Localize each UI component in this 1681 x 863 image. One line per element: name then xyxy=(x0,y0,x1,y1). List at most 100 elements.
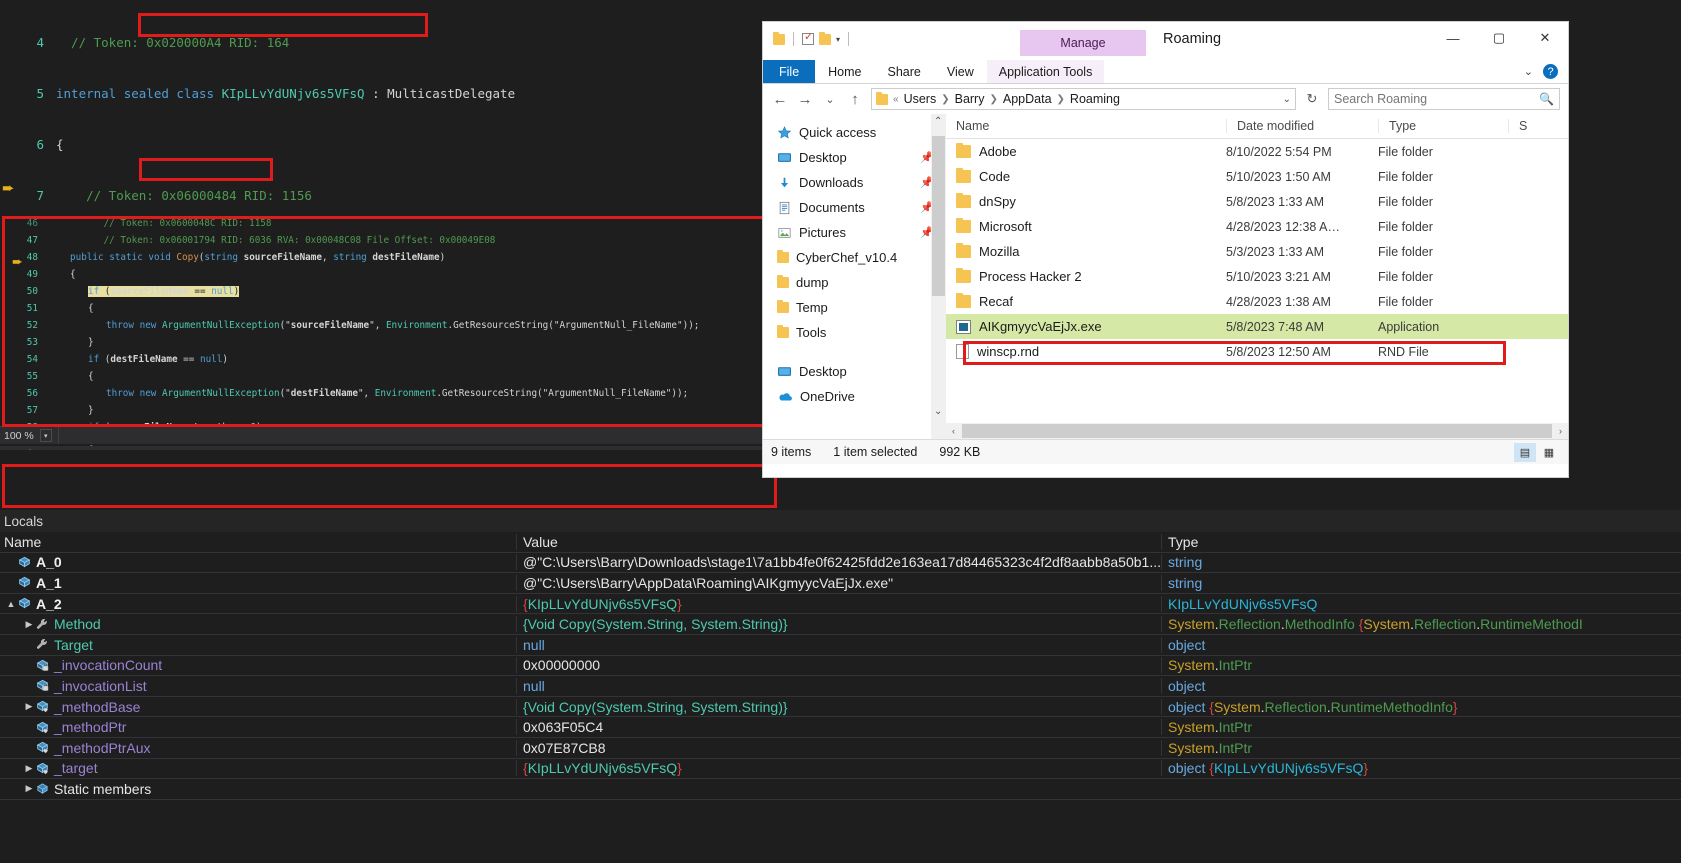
details-view-icon[interactable]: ▤ xyxy=(1514,442,1536,462)
table-row[interactable]: _methodPtr 0x063F05C4 System.IntPtr xyxy=(0,717,1681,738)
nav-item-0[interactable]: Quick access xyxy=(763,120,946,145)
file-list-pane[interactable]: Name Date modified Type S Adobe 8/10/2022… xyxy=(946,114,1568,439)
search-icon[interactable]: 🔍 xyxy=(1539,92,1554,106)
nav-scrollbar[interactable]: ⌃ ⌄ xyxy=(931,114,946,439)
nav-item-5[interactable]: CyberChef_v10.4 xyxy=(763,245,946,270)
breadcrumb-roaming[interactable]: Roaming xyxy=(1070,92,1120,106)
navigation-list[interactable]: Quick access Desktop 📌 Downloads 📌 Documents 📌… xyxy=(763,120,946,409)
locals-name-9[interactable]: _methodPtrAux xyxy=(0,740,516,756)
scroll-right-icon[interactable]: › xyxy=(1553,426,1568,436)
breadcrumb-appdata[interactable]: AppData xyxy=(1003,92,1052,106)
new-folder-icon[interactable] xyxy=(819,31,831,45)
window-controls[interactable]: — ▢ ✕ xyxy=(1430,22,1568,54)
minimize-button[interactable]: — xyxy=(1430,22,1476,54)
table-row[interactable]: ▶ _methodBase {Void Copy(System.String, Sy… xyxy=(0,697,1681,718)
table-row[interactable]: ▶ Method {Void Copy(System.String, System.… xyxy=(0,614,1681,635)
close-button[interactable]: ✕ xyxy=(1522,22,1568,54)
locals-name-0[interactable]: A_0 xyxy=(0,554,516,570)
file-list-hscrollbar[interactable]: ‹ › xyxy=(946,423,1568,439)
scroll-left-icon[interactable]: ‹ xyxy=(946,426,961,436)
copy-method-source[interactable]: 46 // Token: 0x0600048C RID: 1158 47 // T… xyxy=(0,218,790,426)
code-editor[interactable]: 4 // Token: 0x020000A4 RID: 164 5 interna… xyxy=(0,0,790,450)
file-row-0[interactable]: Adobe 8/10/2022 5:54 PM File folder xyxy=(946,139,1568,164)
locals-name-2[interactable]: ▲ A_2 xyxy=(0,596,516,612)
breadcrumb-barry[interactable]: Barry xyxy=(955,92,985,106)
file-row-6[interactable]: Recaf 4/28/2023 1:38 AM File folder xyxy=(946,289,1568,314)
locals-name-6[interactable]: _invocationList xyxy=(0,678,516,694)
properties-icon[interactable] xyxy=(802,30,814,45)
quick-access-toolbar[interactable]: ▾ xyxy=(763,22,852,46)
maximize-button[interactable]: ▢ xyxy=(1476,22,1522,54)
locals-main-grid[interactable]: Name Value Type A_0 @"C:\Users\Barry\Down… xyxy=(0,532,1681,863)
editor-hscrollbar[interactable] xyxy=(57,427,790,444)
nav-item-7[interactable]: Temp xyxy=(763,295,946,320)
nav-item-4[interactable]: Pictures 📌 xyxy=(763,220,946,245)
table-row[interactable]: _methodPtrAux 0x07E87CB8 System.IntPtr xyxy=(0,738,1681,759)
forward-button[interactable]: → xyxy=(796,91,814,108)
locals-value-5[interactable]: 0x00000000 xyxy=(516,657,1161,674)
large-icons-view-icon[interactable]: ▦ xyxy=(1538,443,1560,462)
locals-value-2[interactable]: {KIpLLvYdUNjv6s5VFsQ} xyxy=(516,595,1161,612)
locals-name-4[interactable]: Target xyxy=(0,637,516,653)
tab-share[interactable]: Share xyxy=(875,60,934,83)
nav-item-9[interactable]: Desktop xyxy=(763,359,946,384)
path-overflow-chevron[interactable]: « xyxy=(893,94,899,105)
locals-value-3[interactable]: {Void Copy(System.String, System.String)… xyxy=(516,616,1161,633)
expand-toggle[interactable]: ▶ xyxy=(22,619,36,630)
up-button[interactable]: ↑ xyxy=(846,91,864,108)
hscroll-thumb[interactable] xyxy=(962,424,1552,438)
locals-name-1[interactable]: A_1 xyxy=(0,575,516,591)
table-row[interactable]: ▲ A_2 {KIpLLvYdUNjv6s5VFsQ} KIpLLvYdUNjv6s5… xyxy=(0,594,1681,615)
column-header-type[interactable]: Type xyxy=(1161,533,1681,550)
back-button[interactable]: ← xyxy=(771,91,789,108)
view-buttons[interactable]: ▤ ▦ xyxy=(1514,442,1568,462)
locals-value-7[interactable]: {Void Copy(System.String, System.String)… xyxy=(516,698,1161,715)
zoom-dropdown-icon[interactable]: ▾ xyxy=(39,429,52,442)
customize-caret-icon[interactable]: ▾ xyxy=(836,35,840,44)
file-row-1[interactable]: Code 5/10/2023 1:50 AM File folder xyxy=(946,164,1568,189)
file-row-8[interactable]: winscp.rnd 5/8/2023 12:50 AM RND File xyxy=(946,339,1568,364)
table-row[interactable]: _invocationCount 0x00000000 System.IntPtr xyxy=(0,656,1681,677)
expand-toggle[interactable]: ▶ xyxy=(22,763,36,774)
tab-home[interactable]: Home xyxy=(815,60,874,83)
table-row[interactable]: A_0 @"C:\Users\Barry\Downloads\stage1\7a1… xyxy=(0,553,1681,574)
breadcrumb-users[interactable]: Users xyxy=(904,92,937,106)
locals-name-10[interactable]: ▶ _target xyxy=(0,760,516,776)
locals-value-10[interactable]: {KIpLLvYdUNjv6s5VFsQ} xyxy=(516,760,1161,777)
table-row[interactable]: A_1 @"C:\Users\Barry\AppData\Roaming\AIKg… xyxy=(0,573,1681,594)
file-rows[interactable]: Adobe 8/10/2022 5:54 PM File folder Code 5/1… xyxy=(946,139,1568,364)
code-block-bottom[interactable]: 46 // Token: 0x0600048C RID: 1158 47 // T… xyxy=(0,218,790,426)
column-header-type[interactable]: Type xyxy=(1378,119,1508,133)
locals-name-5[interactable]: _invocationCount xyxy=(0,657,516,673)
file-row-4[interactable]: Mozilla 5/3/2023 1:33 AM File folder xyxy=(946,239,1568,264)
tab-file[interactable]: File xyxy=(763,60,816,83)
file-row-7[interactable]: AIKgmyycVaEjJx.exe 5/8/2023 7:48 AM Applic… xyxy=(946,314,1568,339)
column-header-name[interactable]: Name xyxy=(0,534,516,550)
address-bar[interactable]: ← → ⌄ ↑ « Users ❯ Barry ❯ AppData ❯ Roam… xyxy=(763,84,1568,114)
ribbon-tabs[interactable]: File Home Share View Application Tools ⌄… xyxy=(763,60,1568,84)
column-header-date-modified[interactable]: Date modified xyxy=(1226,119,1378,133)
address-dropdown-icon[interactable]: ⌄ xyxy=(1283,94,1291,105)
file-row-5[interactable]: Process Hacker 2 5/10/2023 3:21 AM File fo… xyxy=(946,264,1568,289)
tab-view[interactable]: View xyxy=(934,60,987,83)
nav-item-3[interactable]: Documents 📌 xyxy=(763,195,946,220)
column-header-name[interactable]: Name xyxy=(946,119,1226,133)
help-icon[interactable]: ? xyxy=(1543,64,1558,79)
locals-name-11[interactable]: ▶ Static members xyxy=(0,781,516,797)
navigation-pane[interactable]: Quick access Desktop 📌 Downloads 📌 Documents 📌… xyxy=(763,114,946,439)
locals-name-8[interactable]: _methodPtr xyxy=(0,719,516,735)
recent-locations-button[interactable]: ⌄ xyxy=(821,93,839,106)
collapse-ribbon-caret-icon[interactable]: ⌄ xyxy=(1524,65,1533,78)
nav-scroll-thumb[interactable] xyxy=(932,136,945,296)
nav-item-6[interactable]: dump xyxy=(763,270,946,295)
file-row-3[interactable]: Microsoft 4/28/2023 12:38 A… File folder xyxy=(946,214,1568,239)
file-explorer-window[interactable]: ▾ Manage Roaming — ▢ ✕ File Home Share V… xyxy=(763,22,1568,477)
expand-toggle[interactable]: ▲ xyxy=(4,599,18,609)
locals-name-3[interactable]: ▶ Method xyxy=(0,616,516,632)
table-row[interactable]: ▶ Static members xyxy=(0,779,1681,800)
nav-item-10[interactable]: OneDrive xyxy=(763,384,946,409)
folder-icon[interactable] xyxy=(773,31,785,45)
locals-value-8[interactable]: 0x063F05C4 xyxy=(516,719,1161,736)
ribbon-right-controls[interactable]: ⌄ ? xyxy=(1524,60,1568,83)
locals-main-rows[interactable]: A_0 @"C:\Users\Barry\Downloads\stage1\7a1… xyxy=(0,553,1681,800)
